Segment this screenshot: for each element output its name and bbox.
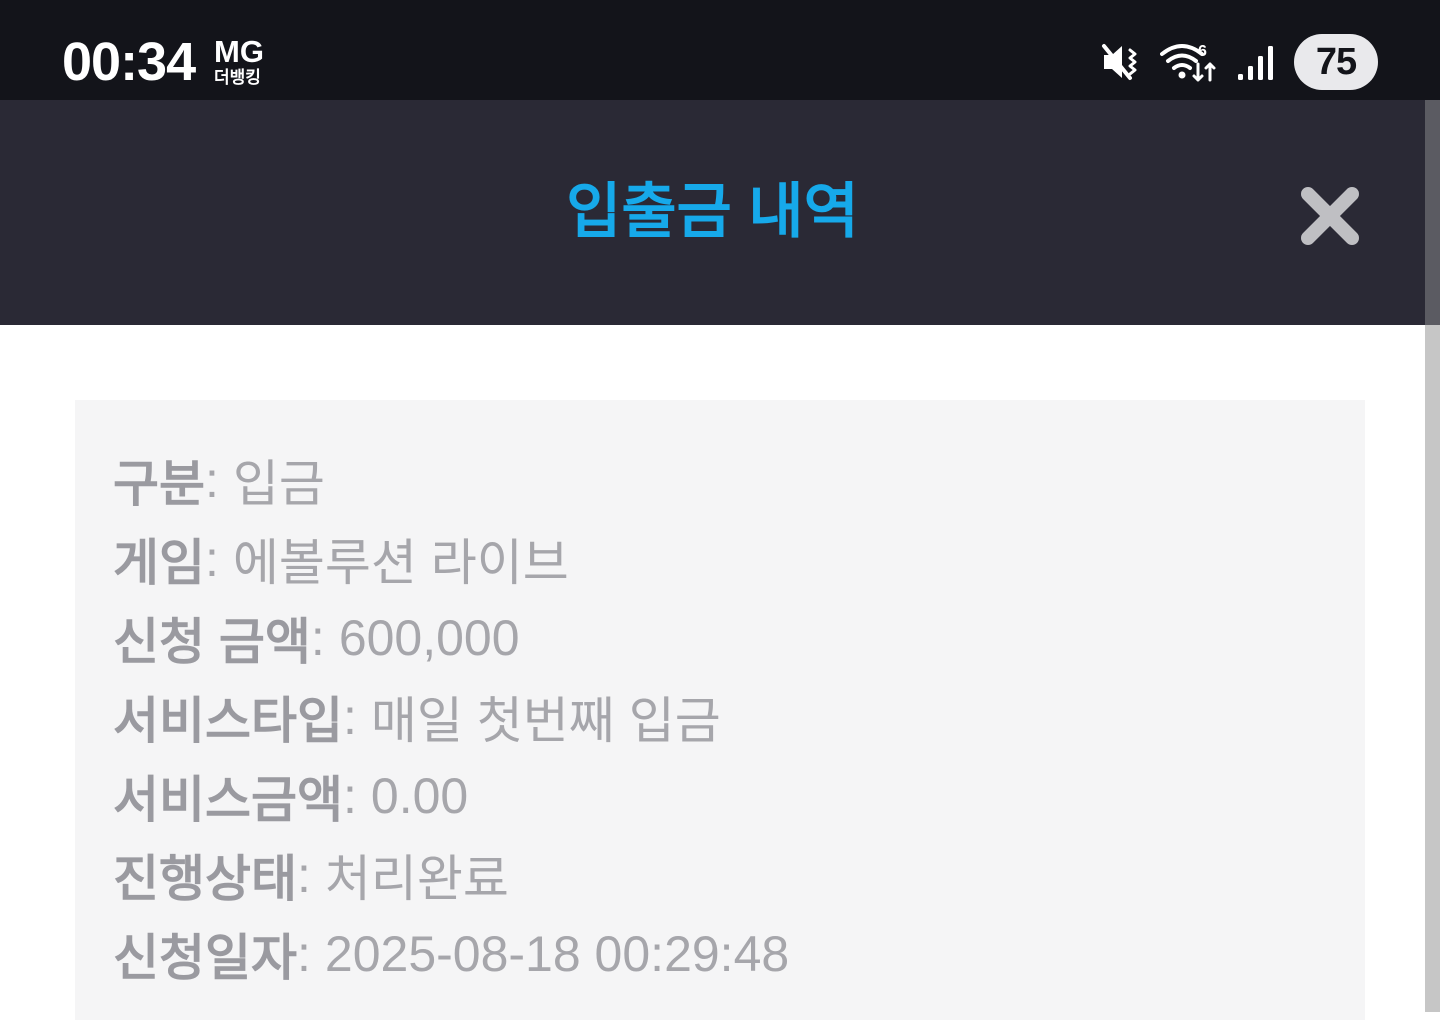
transaction-detail-card: 구분: 입금 게임: 에볼루션 라이브 신청 금액:600,000 서비스타입: 매일… — [75, 400, 1365, 1020]
page-title: 입출금 내역 — [566, 178, 859, 245]
detail-value: 0.00 — [370, 767, 469, 824]
vibrate-mute-icon — [1100, 41, 1142, 83]
detail-value: 처리완료 — [324, 850, 509, 907]
detail-separator: : — [297, 925, 311, 982]
close-button[interactable] — [1298, 184, 1362, 248]
detail-separator: : — [205, 530, 219, 587]
detail-value: 600,000 — [338, 609, 520, 666]
detail-row-game: 게임: 에볼루션 라이브 — [113, 519, 1365, 598]
detail-row-amount: 신청 금액:600,000 — [113, 598, 1365, 677]
detail-value: 입금 — [232, 455, 325, 512]
detail-label: 구분 — [113, 455, 205, 512]
status-clock: 00:34 — [62, 32, 196, 92]
detail-label: 진행상태 — [113, 850, 297, 907]
detail-label: 신청일자 — [113, 929, 297, 986]
scrollbar[interactable] — [1425, 100, 1440, 1012]
detail-label: 신청 금액 — [113, 613, 311, 670]
notification-app-sublabel: 더뱅킹 — [214, 68, 261, 87]
content-area: 구분: 입금 게임: 에볼루션 라이브 신청 금액:600,000 서비스타입: 매일… — [0, 325, 1425, 1020]
wifi-icon: 6 — [1160, 40, 1218, 84]
detail-row-service-amount: 서비스금액:0.00 — [113, 756, 1365, 835]
detail-separator: : — [205, 451, 219, 508]
modal-header: 입출금 내역 — [0, 100, 1425, 325]
detail-row-date: 신청일자:2025-08-18 00:29:48 — [113, 914, 1365, 993]
detail-label: 게임 — [113, 534, 205, 591]
battery-indicator: 75 — [1294, 34, 1378, 90]
detail-row-type: 구분: 입금 — [113, 440, 1365, 519]
notification-app-label: MG — [214, 34, 264, 69]
signal-icon — [1236, 42, 1276, 82]
detail-separator: : — [343, 767, 357, 824]
close-icon — [1301, 187, 1359, 245]
detail-label: 서비스금액 — [113, 771, 343, 828]
detail-separator: : — [297, 846, 311, 903]
svg-text:6: 6 — [1198, 43, 1207, 60]
detail-row-status: 진행상태: 처리완료 — [113, 835, 1365, 914]
status-bar: 00:34 MG 더뱅킹 6 75 — [0, 0, 1440, 100]
status-icons: 6 75 — [1100, 34, 1378, 90]
scrollbar-thumb[interactable] — [1425, 100, 1440, 325]
notification-indicator: MG 더뱅킹 — [214, 36, 264, 86]
detail-value: 매일 첫번째 입금 — [370, 692, 721, 749]
detail-separator: : — [310, 609, 325, 666]
detail-row-service-type: 서비스타입: 매일 첫번째 입금 — [113, 677, 1365, 756]
detail-value: 에볼루션 라이브 — [232, 534, 569, 591]
detail-value: 2025-08-18 00:29:48 — [324, 925, 790, 982]
detail-separator: : — [343, 688, 357, 745]
detail-label: 서비스타입 — [113, 692, 343, 749]
